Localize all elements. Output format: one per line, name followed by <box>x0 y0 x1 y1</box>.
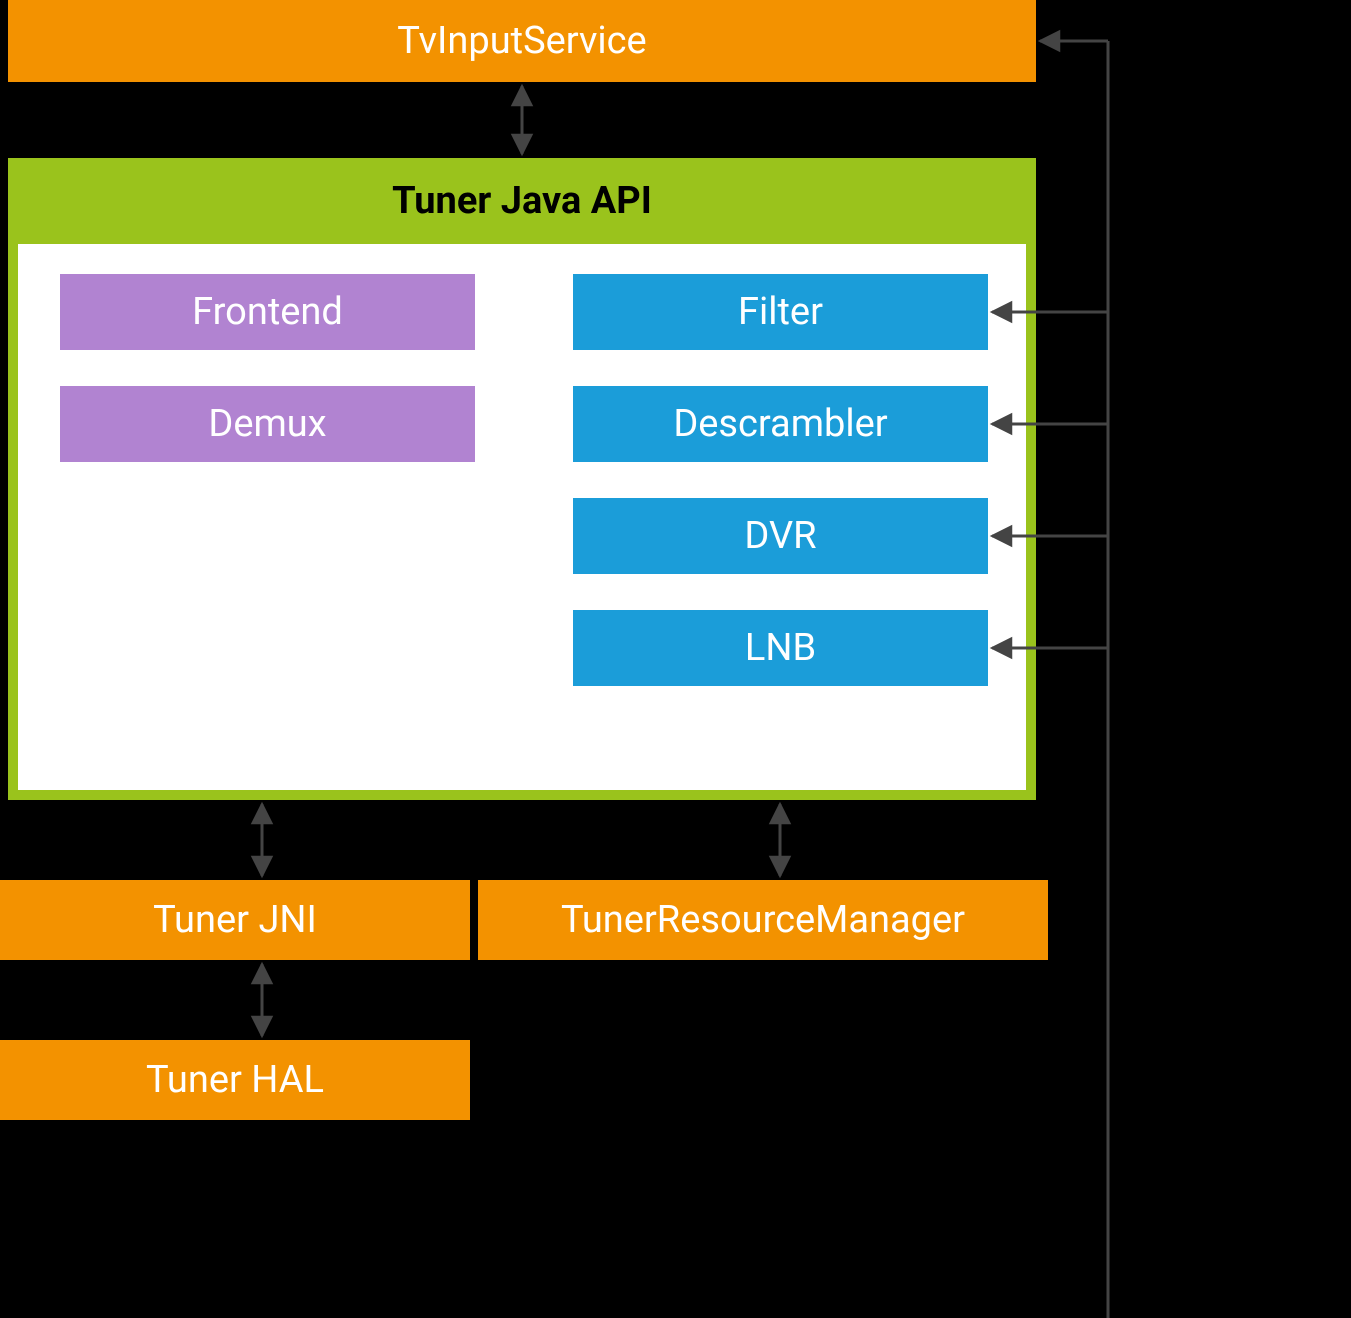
lnb-label: LNB <box>745 626 816 670</box>
filter-module: Filter <box>573 274 988 350</box>
descrambler-label: Descrambler <box>673 402 887 446</box>
demux-label: Demux <box>208 402 326 446</box>
frontend-label: Frontend <box>192 290 343 334</box>
descrambler-module: Descrambler <box>573 386 988 462</box>
dvr-label: DVR <box>744 514 816 558</box>
tvinputservice-box: TvInputService <box>8 0 1036 82</box>
tuner-jni-label: Tuner JNI <box>153 898 317 942</box>
tuner-resource-manager-box: TunerResourceManager <box>478 880 1048 960</box>
tuner-java-api-container: Tuner Java API Frontend Demux Filter Des… <box>8 158 1036 800</box>
lnb-module: LNB <box>573 610 988 686</box>
demux-module: Demux <box>60 386 475 462</box>
dvr-module: DVR <box>573 498 988 574</box>
filter-label: Filter <box>738 290 823 334</box>
frontend-module: Frontend <box>60 274 475 350</box>
tvinputservice-label: TvInputService <box>397 19 646 63</box>
tuner-java-api-body: Frontend Demux Filter Descrambler DVR LN… <box>18 244 1026 790</box>
tuner-jni-box: Tuner JNI <box>0 880 470 960</box>
tuner-resource-manager-label: TunerResourceManager <box>561 898 965 942</box>
tuner-hal-box: Tuner HAL <box>0 1040 470 1120</box>
tuner-java-api-title: Tuner Java API <box>8 158 1036 244</box>
tuner-hal-label: Tuner HAL <box>146 1058 324 1102</box>
